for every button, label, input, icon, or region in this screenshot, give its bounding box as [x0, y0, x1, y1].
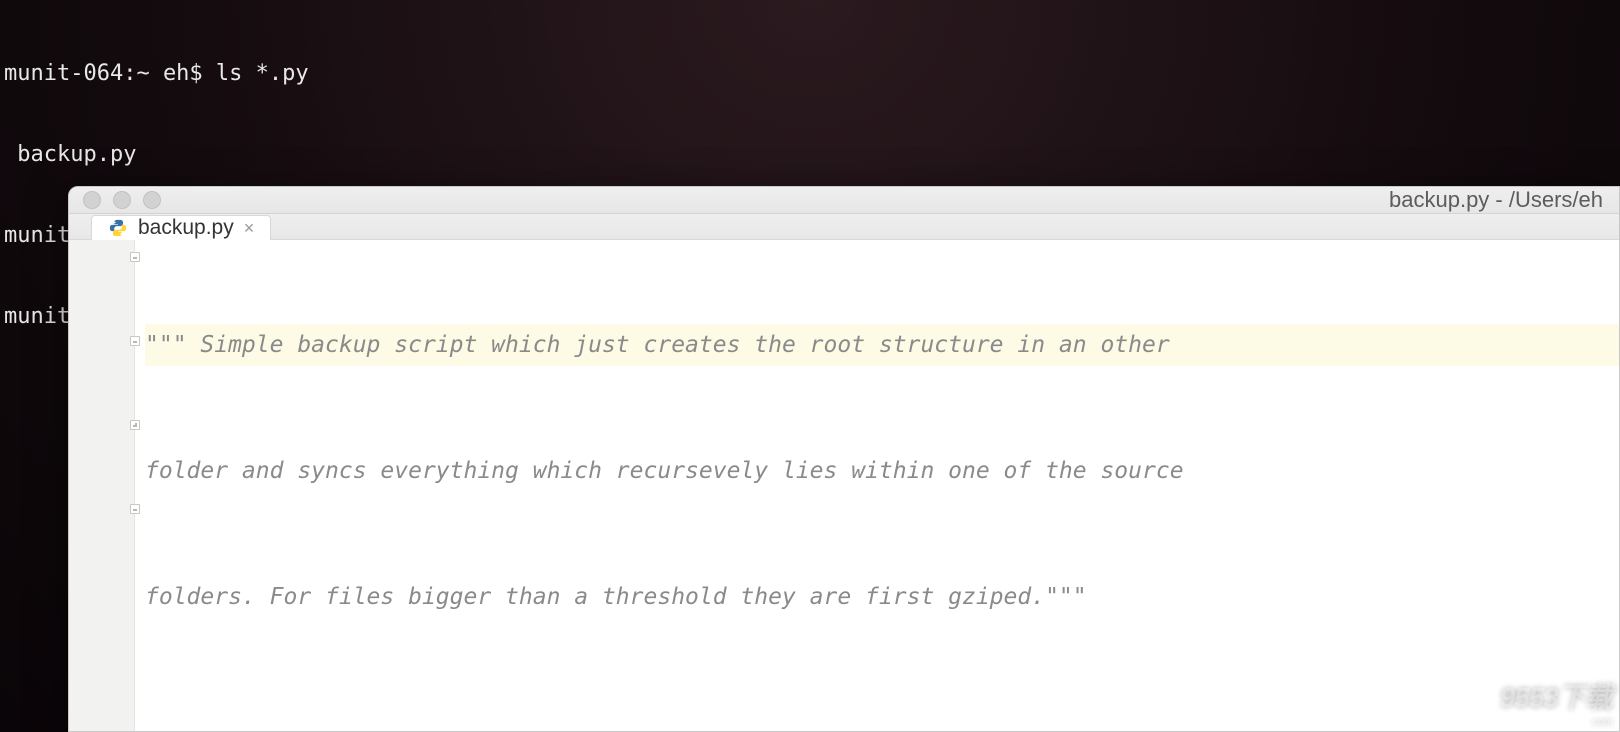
terminal-line: backup.py	[4, 141, 1616, 168]
editor-tabs: backup.py ×	[69, 214, 1619, 240]
fold-toggle-icon[interactable]	[130, 504, 140, 514]
code-editor[interactable]: """ Simple backup script which just crea…	[69, 240, 1619, 732]
tab-label: backup.py	[138, 216, 234, 240]
code-line[interactable]: """ Simple backup script which just crea…	[145, 324, 1619, 366]
token-docstring: Simple backup script which just creates …	[200, 332, 1169, 358]
window-titlebar: backup.py - /Users/eh	[69, 187, 1619, 214]
code-line[interactable]	[145, 702, 1619, 732]
terminal-output: backup.py	[4, 141, 136, 168]
token-docstring: folders. For files bigger than a thresho…	[145, 584, 1045, 610]
zoom-window-button[interactable]	[143, 191, 161, 209]
close-tab-button[interactable]: ×	[244, 218, 255, 239]
token-docstring: """	[1045, 584, 1087, 610]
fold-toggle-icon[interactable]	[130, 252, 140, 262]
minimize-window-button[interactable]	[113, 191, 131, 209]
window-title: backup.py - /Users/eh	[1389, 187, 1605, 213]
window-controls	[83, 191, 161, 209]
terminal-prompt: munit-064:~ eh$	[4, 60, 216, 87]
terminal-command: ls *.py	[216, 60, 309, 87]
code-area[interactable]: """ Simple backup script which just crea…	[135, 240, 1619, 732]
code-line[interactable]: folders. For files bigger than a thresho…	[145, 576, 1619, 618]
code-line[interactable]: folder and syncs everything which recurs…	[145, 450, 1619, 492]
token-docstring: folder and syncs everything which recurs…	[145, 458, 1184, 484]
tab-backup-py[interactable]: backup.py ×	[91, 215, 271, 240]
python-file-icon	[108, 218, 128, 238]
terminal-line: munit-064:~ eh$ ls *.py	[4, 60, 1616, 87]
ide-window: backup.py - /Users/eh backup.py ×	[68, 186, 1620, 732]
close-window-button[interactable]	[83, 191, 101, 209]
token-docstring: """	[145, 332, 200, 358]
fold-expand-icon[interactable]	[130, 420, 140, 430]
fold-toggle-icon[interactable]	[130, 336, 140, 346]
gutter	[69, 240, 135, 732]
